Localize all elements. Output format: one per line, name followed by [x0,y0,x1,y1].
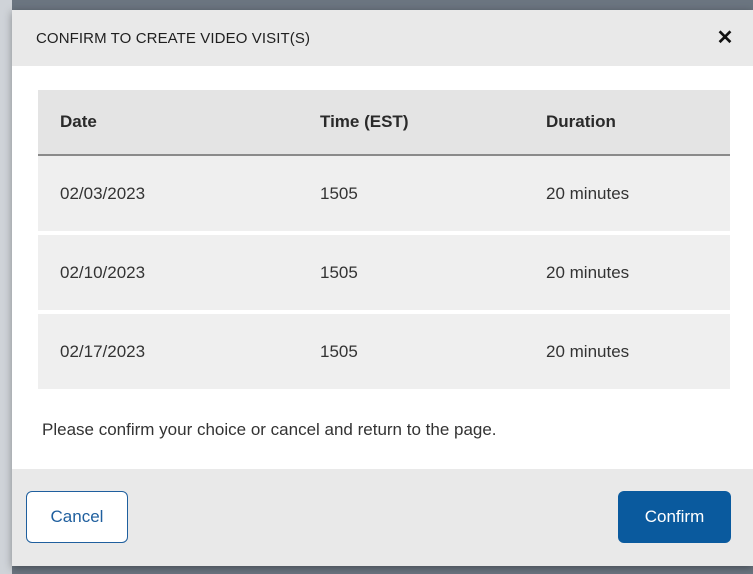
cell-date: 02/10/2023 [38,235,320,314]
cell-time: 1505 [320,156,546,235]
background-page-edge [0,0,12,574]
visits-table-container: Date Time (EST) Duration 02/03/2023 1505… [38,90,730,389]
table-row: 02/03/2023 1505 20 minutes [38,156,730,235]
dialog-header: CONFIRM TO CREATE VIDEO VISIT(S) ✕ [12,10,753,66]
close-icon[interactable]: ✕ [713,26,737,50]
cell-time: 1505 [320,235,546,314]
cell-date: 02/17/2023 [38,314,320,389]
cancel-button[interactable]: Cancel [26,491,128,543]
column-header-duration: Duration [546,90,730,156]
dialog-title: CONFIRM TO CREATE VIDEO VISIT(S) [36,29,311,47]
table-row: 02/10/2023 1505 20 minutes [38,235,730,314]
column-header-date: Date [38,90,320,156]
cell-duration: 20 minutes [546,235,730,314]
table-header-row: Date Time (EST) Duration [38,90,730,156]
confirm-button[interactable]: Confirm [618,491,731,543]
column-header-time: Time (EST) [320,90,546,156]
confirmation-message: Please confirm your choice or cancel and… [42,420,497,439]
visits-table: Date Time (EST) Duration 02/03/2023 1505… [38,90,730,389]
cell-duration: 20 minutes [546,314,730,389]
dialog-footer: Cancel Confirm [12,469,753,566]
cell-time: 1505 [320,314,546,389]
cell-duration: 20 minutes [546,156,730,235]
cell-date: 02/03/2023 [38,156,320,235]
confirm-video-visits-dialog: CONFIRM TO CREATE VIDEO VISIT(S) ✕ Date … [12,10,753,566]
table-row: 02/17/2023 1505 20 minutes [38,314,730,389]
